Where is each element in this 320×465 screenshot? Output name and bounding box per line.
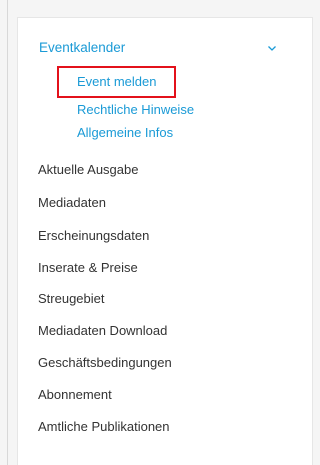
highlight-box [57,66,176,98]
nav-section-eventkalender[interactable]: Eventkalender [39,38,299,58]
menu-item-mediadaten-download[interactable]: Mediadaten Download [38,322,167,340]
menu-item-mediadaten[interactable]: Mediadaten [38,194,106,212]
chevron-down-icon[interactable] [265,41,279,55]
menu-item-amtliche-publikationen[interactable]: Amtliche Publikationen [38,418,170,436]
menu-item-geschaeftsbedingungen[interactable]: Geschäftsbedingungen [38,354,172,372]
menu-item-abonnement[interactable]: Abonnement [38,386,112,404]
frame-edge [7,0,8,465]
nav-section-title[interactable]: Eventkalender [39,38,125,58]
menu-item-aktuelle-ausgabe[interactable]: Aktuelle Ausgabe [38,161,138,179]
menu-item-inserate-preise[interactable]: Inserate & Preise [38,259,138,277]
sub-item-rechtliche-hinweise[interactable]: Rechtliche Hinweise [77,101,194,119]
sub-item-allgemeine-infos[interactable]: Allgemeine Infos [77,124,173,142]
menu-item-erscheinungsdaten[interactable]: Erscheinungsdaten [38,227,149,245]
menu-item-streugebiet[interactable]: Streugebiet [38,290,105,308]
